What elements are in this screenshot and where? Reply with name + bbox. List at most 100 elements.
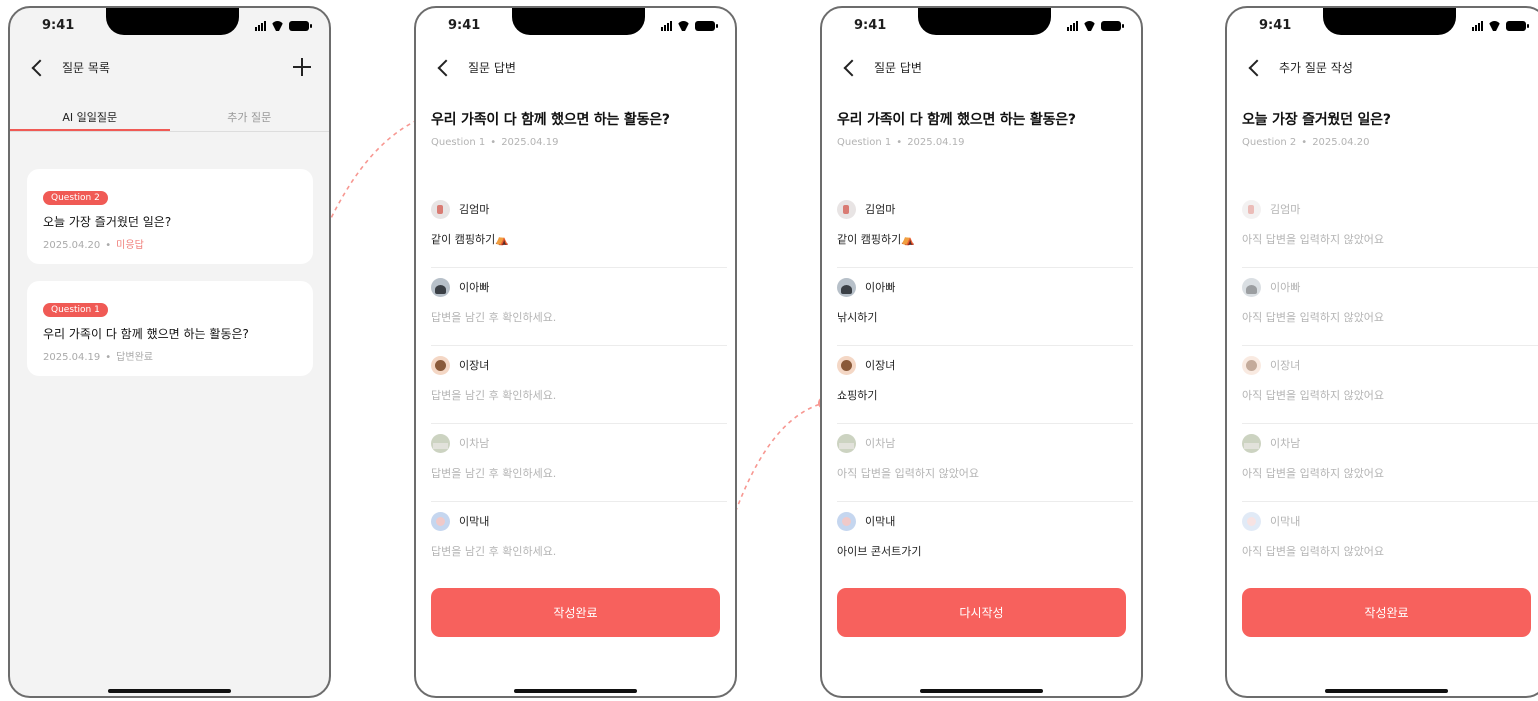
- answer-text: 아이브 콘서트가기: [837, 545, 922, 558]
- question-date: 2025.04.19: [907, 137, 965, 148]
- battery-icon: [695, 21, 718, 31]
- rewrite-button[interactable]: 다시작성: [837, 588, 1126, 637]
- question-subtitle: Question 1 • 2025.04.19: [837, 137, 964, 148]
- avatar: [431, 277, 450, 297]
- answer-list: 김엄마 아직 답변을 입력하지 않았어요 이아빠 아직 답변을 입력하지 않았어…: [1242, 190, 1538, 580]
- member-name: 이막내: [865, 515, 896, 528]
- avatar: [837, 199, 856, 219]
- avatar: [431, 355, 450, 375]
- answer-item: 이아빠 답변을 남긴 후 확인하세요.: [431, 268, 727, 346]
- home-indicator: [108, 689, 231, 693]
- avatar: [1242, 355, 1261, 375]
- answer-text: 쇼핑하기: [837, 389, 878, 402]
- status-icons: [661, 21, 718, 31]
- nav-title: 추가 질문 작성: [1279, 60, 1353, 75]
- answer-item: 이차남 아직 답변을 입력하지 않았어요: [837, 424, 1133, 502]
- answer-item: 김엄마 같이 캠핑하기⛺: [431, 190, 727, 268]
- answer-item: 이장녀 쇼핑하기: [837, 346, 1133, 424]
- answer-text: 아직 답변을 입력하지 않았어요: [1242, 545, 1385, 558]
- avatar: [1242, 199, 1261, 219]
- question-title: 우리 가족이 다 함께 했으면 하는 활동은?: [431, 112, 670, 128]
- answer-text: 아직 답변을 입력하지 않았어요: [1242, 233, 1385, 246]
- answer-item: 이아빠 아직 답변을 입력하지 않았어요: [1242, 268, 1538, 346]
- screen-extra-question: 9:41 추가 질문 작성 오늘 가장 즐거웠던 일은? Question 2 •…: [1225, 6, 1538, 698]
- question-meta: 2025.04.19 • 답변완료: [43, 348, 297, 363]
- answer-list: 김엄마 같이 캠핑하기⛺ 이아빠 낚시하기 이장녀 쇼핑하기 이차남 아직 답변…: [837, 190, 1133, 580]
- answer-item: 이차남 답변을 남긴 후 확인하세요.: [431, 424, 727, 502]
- question-title: 오늘 가장 즐거웠던 일은?: [1242, 112, 1391, 128]
- answer-status: 답변완료: [116, 352, 153, 363]
- signal-icon: [1472, 21, 1483, 31]
- home-indicator: [514, 689, 637, 693]
- answer-item: 이장녀 답변을 남긴 후 확인하세요.: [431, 346, 727, 424]
- member-name: 이장녀: [865, 359, 896, 372]
- submit-button[interactable]: 작성완료: [1242, 588, 1531, 637]
- meta-separator: •: [490, 137, 497, 148]
- member-name: 이막내: [1270, 515, 1301, 528]
- member-name: 이아빠: [865, 281, 896, 294]
- question-date: 2025.04.19: [501, 137, 559, 148]
- wifi-icon: [1488, 21, 1501, 31]
- notch: [1323, 8, 1456, 35]
- notch: [106, 8, 239, 35]
- avatar: [1242, 511, 1261, 531]
- battery-icon: [1506, 21, 1529, 31]
- question-date: 2025.04.20: [43, 240, 101, 251]
- back-chevron-icon[interactable]: [1245, 56, 1267, 78]
- tab-ai-daily[interactable]: AI 일일질문: [10, 108, 170, 131]
- plus-icon[interactable]: [293, 58, 311, 76]
- answer-item: 이막내 아이브 콘서트가기: [837, 502, 1133, 580]
- answer-text: 아직 답변을 입력하지 않았어요: [1242, 467, 1385, 480]
- avatar: [837, 433, 856, 453]
- back-chevron-icon[interactable]: [434, 56, 456, 78]
- submit-button[interactable]: 작성완료: [431, 588, 720, 637]
- nav-bar: 질문 답변: [840, 56, 1123, 78]
- screen-answer-after: 9:41 질문 답변 우리 가족이 다 함께 했으면 하는 활동은? Quest…: [820, 6, 1143, 698]
- question-card[interactable]: Question 1 우리 가족이 다 함께 했으면 하는 활동은? 2025.…: [27, 281, 313, 376]
- wifi-icon: [1083, 21, 1096, 31]
- avatar: [431, 199, 450, 219]
- question-card[interactable]: Question 2 오늘 가장 즐거웠던 일은? 2025.04.20 • 미응답: [27, 169, 313, 264]
- question-subtitle: Question 1 • 2025.04.19: [431, 137, 558, 148]
- status-time: 9:41: [448, 18, 481, 33]
- battery-icon: [289, 21, 312, 31]
- tab-extra-questions[interactable]: 추가 질문: [170, 108, 330, 131]
- screen-question-list: 9:41 질문 목록 AI 일일질문 추가 질문 Question 2 오늘 가…: [8, 6, 331, 698]
- question-number: Question 2: [1242, 137, 1297, 148]
- answer-item: 이장녀 아직 답변을 입력하지 않았어요: [1242, 346, 1538, 424]
- member-name: 김엄마: [459, 203, 490, 216]
- status-icons: [1067, 21, 1124, 31]
- answer-text: 낚시하기: [837, 311, 878, 324]
- avatar: [1242, 277, 1261, 297]
- back-chevron-icon[interactable]: [840, 56, 862, 78]
- question-text: 오늘 가장 즐거웠던 일은?: [43, 215, 172, 229]
- meta-separator: •: [105, 352, 112, 363]
- nav-bar: 추가 질문 작성: [1245, 56, 1528, 78]
- status-icons: [255, 21, 312, 31]
- nav-bar: 질문 답변: [434, 56, 717, 78]
- nav-title: 질문 목록: [62, 60, 110, 75]
- member-name: 김엄마: [1270, 203, 1301, 216]
- answer-text: 답변을 남긴 후 확인하세요.: [431, 467, 557, 480]
- member-name: 이장녀: [459, 359, 490, 372]
- avatar: [431, 433, 450, 453]
- member-name: 이차남: [459, 437, 490, 450]
- status-icons: [1472, 21, 1529, 31]
- answer-text: 답변을 남긴 후 확인하세요.: [431, 311, 557, 324]
- question-badge: Question 2: [43, 191, 108, 205]
- tab-bar: AI 일일질문 추가 질문: [10, 108, 329, 132]
- question-date: 2025.04.20: [1312, 137, 1370, 148]
- question-title: 우리 가족이 다 함께 했으면 하는 활동은?: [837, 112, 1076, 128]
- status-time: 9:41: [854, 18, 887, 33]
- question-badge: Question 1: [43, 303, 108, 317]
- answer-item: 이막내 답변을 남긴 후 확인하세요.: [431, 502, 727, 580]
- notch: [512, 8, 645, 35]
- question-meta: 2025.04.20 • 미응답: [43, 236, 297, 251]
- nav-bar: 질문 목록: [28, 56, 311, 78]
- answer-list: 김엄마 같이 캠핑하기⛺ 이아빠 답변을 남긴 후 확인하세요. 이장녀 답변을…: [431, 190, 727, 580]
- answer-text: 답변을 남긴 후 확인하세요.: [431, 545, 557, 558]
- answer-item: 이차남 아직 답변을 입력하지 않았어요: [1242, 424, 1538, 502]
- answer-text: 아직 답변을 입력하지 않았어요: [1242, 389, 1385, 402]
- avatar: [1242, 433, 1261, 453]
- back-chevron-icon[interactable]: [28, 56, 50, 78]
